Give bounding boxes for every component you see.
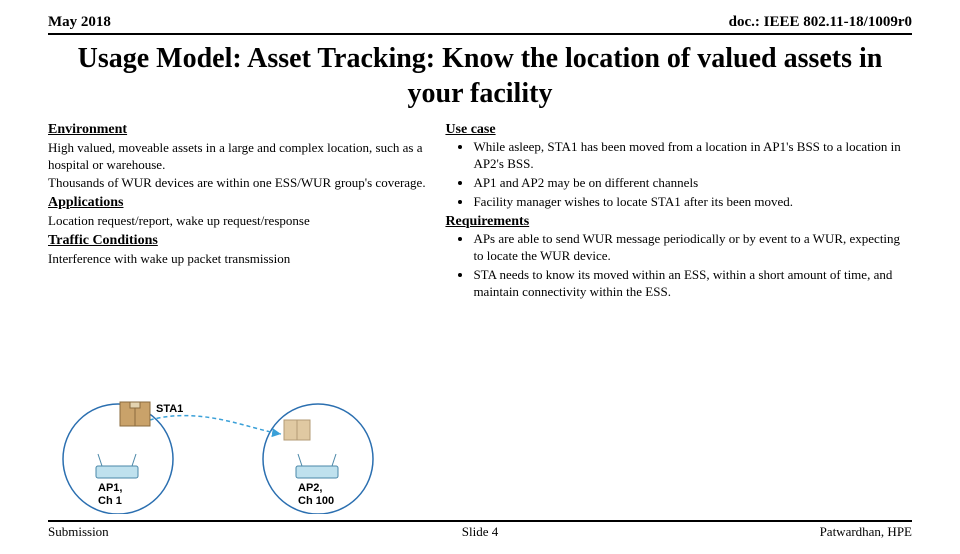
requirements-item-1: APs are able to send WUR message periodi… — [473, 231, 912, 265]
movement-arrow — [143, 416, 281, 434]
applications-text: Location request/report, wake up request… — [48, 213, 437, 230]
left-column: Environment High valued, moveable assets… — [48, 119, 445, 303]
sta1-label: STA1 — [156, 403, 183, 415]
ap2-label-line2: Ch 100 — [298, 495, 334, 507]
usecase-item-2: AP1 and AP2 may be on different channels — [473, 175, 912, 192]
environment-text-2: Thousands of WUR devices are within one … — [48, 175, 437, 192]
ap1-label-line1: AP1, — [98, 482, 122, 494]
usecase-list: While asleep, STA1 has been moved from a… — [473, 139, 912, 211]
environment-heading: Environment — [48, 121, 437, 139]
usecase-item-1: While asleep, STA1 has been moved from a… — [473, 139, 912, 173]
ap1-label-line2: Ch 1 — [98, 495, 122, 507]
header-docnum: doc.: IEEE 802.11-18/1009r0 — [729, 14, 912, 31]
header-bar: May 2018 doc.: IEEE 802.11-18/1009r0 — [48, 14, 912, 35]
network-diagram: STA1 AP1, Ch 1 AP2, Ch 100 — [48, 394, 448, 514]
requirements-item-2: STA needs to know its moved within an ES… — [473, 267, 912, 301]
footer-left: Submission — [48, 524, 109, 540]
traffic-text: Interference with wake up packet transmi… — [48, 251, 437, 268]
requirements-heading: Requirements — [445, 213, 912, 231]
footer-bar: Submission Slide 4 Patwardhan, HPE — [48, 520, 912, 540]
asset-box-dest-icon — [284, 420, 310, 440]
right-column: Use case While asleep, STA1 has been mov… — [445, 119, 912, 303]
requirements-list: APs are able to send WUR message periodi… — [473, 231, 912, 301]
content-area: Environment High valued, moveable assets… — [48, 119, 912, 303]
usecase-item-3: Facility manager wishes to locate STA1 a… — [473, 194, 912, 211]
ap1-device-icon — [96, 454, 138, 478]
asset-box-icon — [120, 402, 150, 426]
traffic-heading: Traffic Conditions — [48, 232, 437, 250]
footer-slide-number: Slide 4 — [462, 524, 498, 540]
applications-heading: Applications — [48, 194, 437, 212]
ap2-label-line1: AP2, — [298, 482, 322, 494]
header-date: May 2018 — [48, 14, 111, 31]
ap2-device-icon — [296, 454, 338, 478]
environment-text-1: High valued, moveable assets in a large … — [48, 140, 437, 174]
footer-author: Patwardhan, HPE — [820, 524, 912, 540]
usecase-heading: Use case — [445, 121, 912, 139]
slide-title: Usage Model: Asset Tracking: Know the lo… — [48, 41, 912, 111]
